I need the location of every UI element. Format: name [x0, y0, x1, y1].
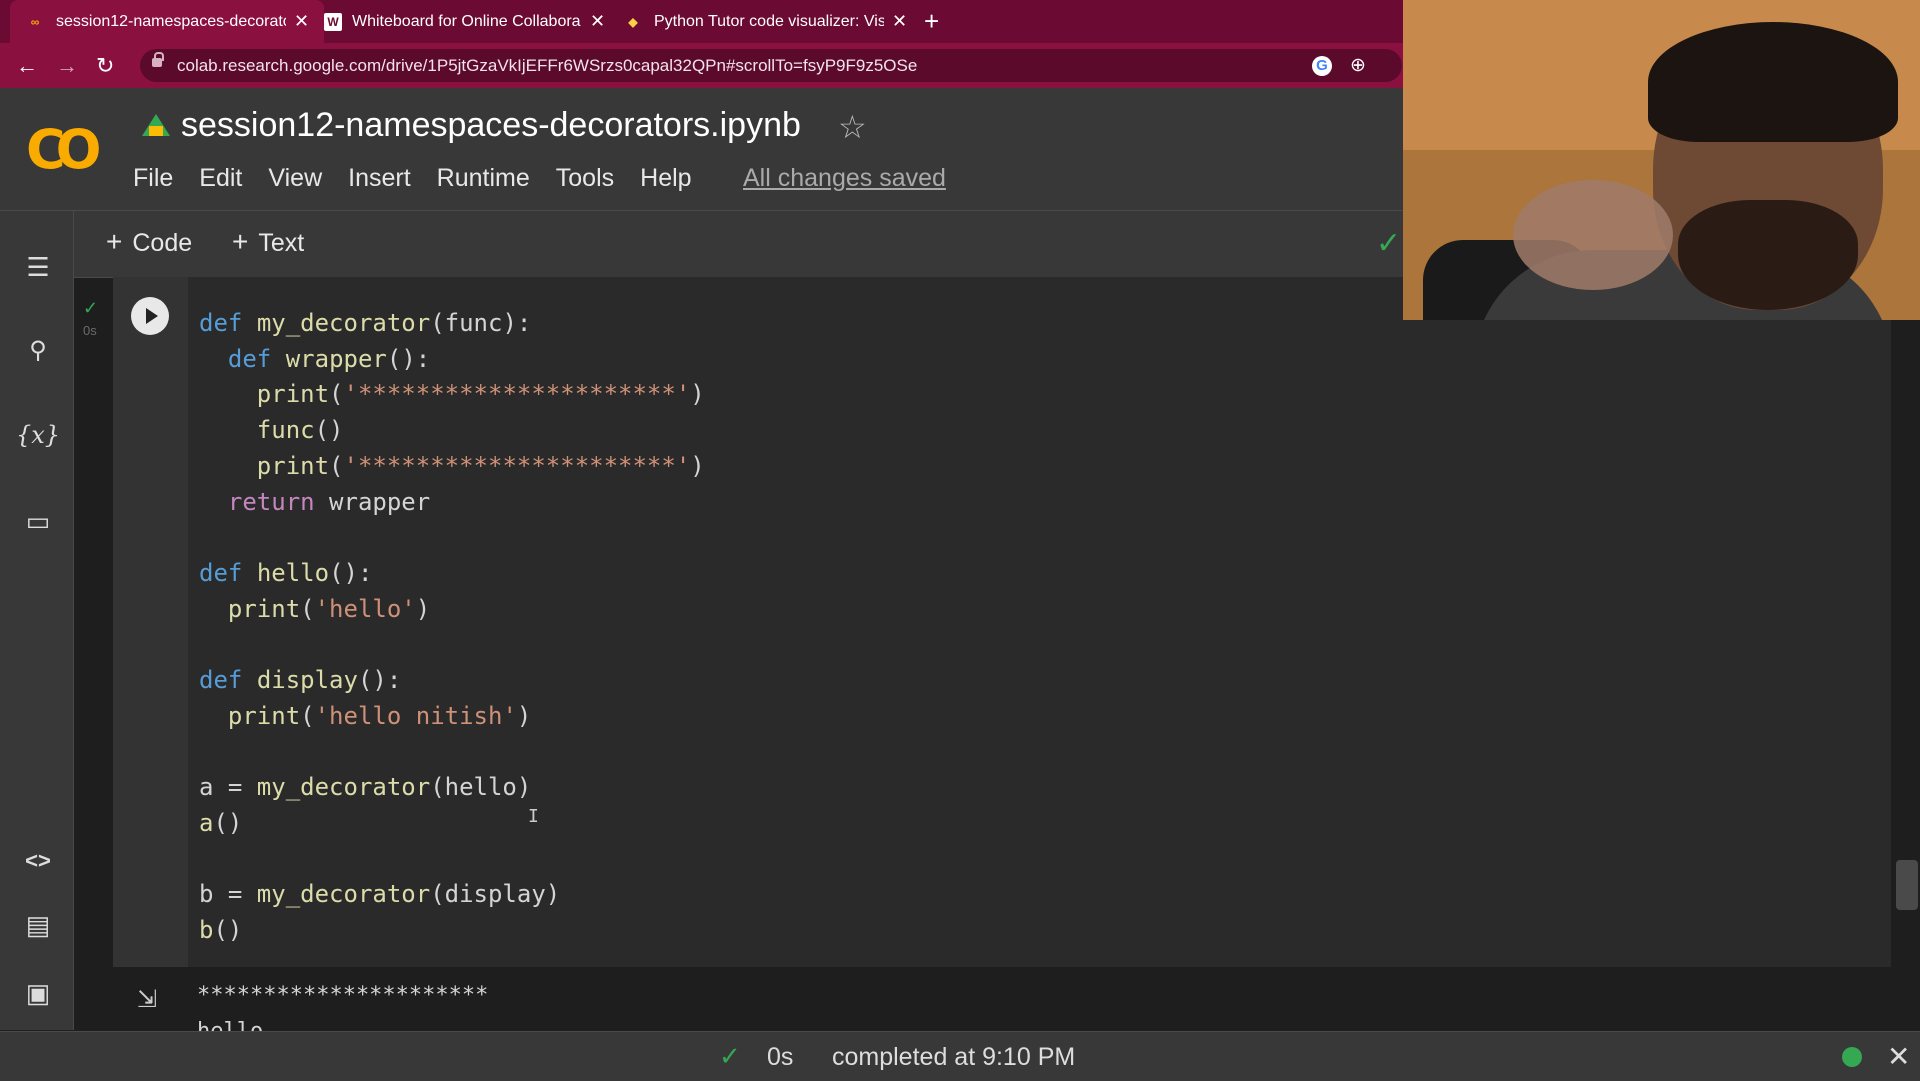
colab-icon: ∞ — [30, 14, 40, 29]
status-bar: ✓ 0s completed at 9:10 PM ✕ — [0, 1031, 1920, 1081]
browser-tab-colab[interactable]: ∞ session12-namespaces-decorato ✕ — [10, 0, 324, 43]
webcam-person-hair — [1648, 22, 1898, 142]
status-check-icon: ✓ — [719, 1041, 741, 1071]
command-palette-icon[interactable]: ▤ — [16, 905, 60, 945]
folder-icon[interactable]: ▭ — [16, 501, 60, 541]
run-cell-button[interactable] — [131, 297, 169, 335]
notebook-title[interactable]: session12-namespaces-decorators.ipynb — [181, 106, 801, 145]
table-of-contents-icon[interactable]: ☰ — [16, 247, 60, 287]
runtime-status-dot[interactable] — [1842, 1047, 1862, 1067]
text-cursor-icon: I — [528, 806, 539, 827]
left-sidebar: ☰ ⚲ {x} ▭ <> ▤ ▣ — [0, 211, 74, 1030]
search-icon[interactable]: ⚲ — [16, 331, 60, 371]
tab-title: Python Tutor code visualizer: Vis — [654, 12, 884, 30]
status-completed[interactable]: completed at 9:10 PM — [832, 1043, 1075, 1072]
google-drive-icon[interactable] — [142, 114, 170, 136]
close-status-icon[interactable]: ✕ — [1887, 1040, 1910, 1073]
cell-gutter — [113, 277, 188, 967]
webcam-person-hand — [1513, 180, 1673, 290]
menu-bar: File Edit View Insert Runtime Tools Help — [133, 164, 692, 193]
browser-tab-python-tutor[interactable]: ◆ Python Tutor code visualizer: Vis ✕ — [622, 0, 912, 43]
plus-icon: + — [232, 226, 249, 257]
terminal-icon[interactable]: ▣ — [16, 973, 60, 1013]
menu-insert[interactable]: Insert — [348, 164, 411, 193]
close-tab-icon[interactable]: ✕ — [590, 11, 605, 32]
google-icon[interactable]: G — [1312, 56, 1332, 76]
cell-exec-time: 0s — [83, 323, 97, 338]
status-time: 0s — [767, 1043, 794, 1071]
code-snippets-icon[interactable]: <> — [16, 841, 60, 881]
back-arrow-icon[interactable]: ← — [16, 53, 38, 79]
webcam-overlay — [1403, 0, 1920, 320]
menu-tools[interactable]: Tools — [556, 164, 614, 193]
save-status-link[interactable]: All changes saved — [743, 164, 946, 193]
new-tab-button[interactable]: + — [924, 6, 939, 37]
webcam-person-beard — [1678, 200, 1858, 310]
menu-view[interactable]: View — [268, 164, 322, 193]
url-field[interactable]: colab.research.google.com/drive/1P5jtGza… — [140, 49, 1402, 82]
connected-check-icon[interactable]: ✓ — [1376, 226, 1401, 261]
menu-help[interactable]: Help — [640, 164, 691, 193]
zoom-icon[interactable]: ⊕ — [1350, 54, 1366, 77]
variables-icon[interactable]: {x} — [16, 415, 60, 455]
plus-icon: + — [106, 226, 123, 257]
add-text-cell-button[interactable]: + Text — [232, 226, 304, 258]
colab-logo[interactable]: CO — [26, 118, 101, 181]
scrollbar-thumb[interactable] — [1896, 860, 1918, 910]
tab-title: session12-namespaces-decorato — [56, 12, 286, 30]
close-tab-icon[interactable]: ✕ — [892, 11, 907, 32]
add-code-cell-button[interactable]: + Code — [106, 226, 192, 258]
whiteboard-icon: W — [324, 12, 342, 31]
menu-runtime[interactable]: Runtime — [437, 164, 530, 193]
browser-tab-bar: ∞ session12-namespaces-decorato ✕ W Whit… — [0, 0, 1403, 43]
menu-edit[interactable]: Edit — [199, 164, 242, 193]
code-editor[interactable]: def my_decorator(func): def wrapper(): p… — [199, 306, 705, 949]
cell-success-icon: ✓ — [83, 298, 99, 318]
clear-output-icon[interactable]: ⇲ — [137, 985, 157, 1014]
notebook-toolbar: + Code + Text — [74, 211, 1404, 278]
menu-file[interactable]: File — [133, 164, 173, 193]
star-icon[interactable]: ☆ — [838, 108, 867, 146]
python-icon: ◆ — [628, 14, 638, 29]
address-bar-row: ← → ↻ colab.research.google.com/drive/1P… — [0, 43, 1403, 88]
forward-arrow-icon[interactable]: → — [56, 53, 78, 79]
tab-title: Whiteboard for Online Collabora — [352, 12, 581, 30]
output-line: ********************** — [197, 983, 489, 1008]
url-text: colab.research.google.com/drive/1P5jtGza… — [177, 56, 918, 75]
reload-icon[interactable]: ↻ — [96, 53, 114, 79]
close-tab-icon[interactable]: ✕ — [294, 11, 309, 32]
lock-icon — [152, 52, 164, 67]
browser-tab-whiteboard[interactable]: W Whiteboard for Online Collabora ✕ — [324, 0, 614, 43]
